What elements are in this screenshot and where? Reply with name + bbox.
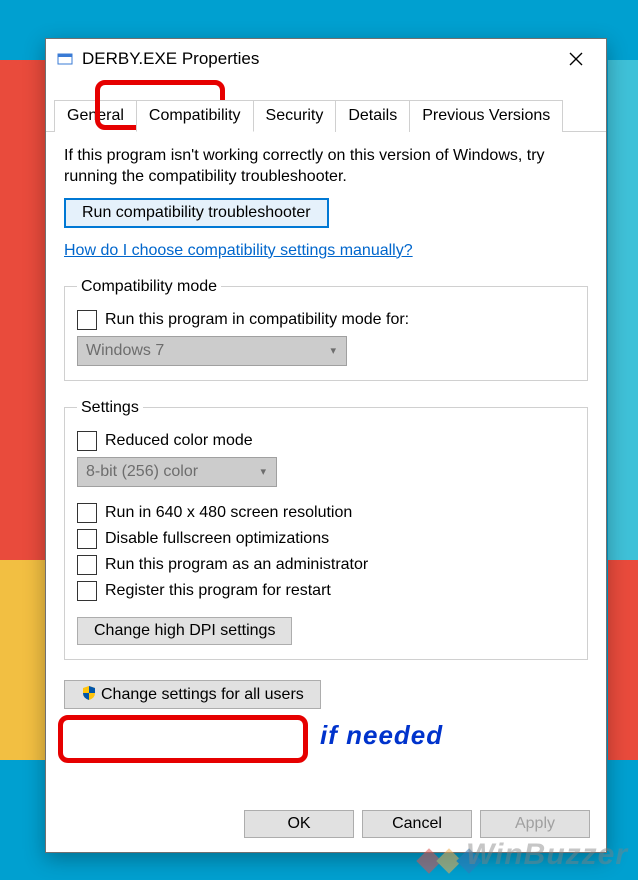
compat-mode-label: Run this program in compatibility mode f… — [105, 311, 409, 329]
help-link[interactable]: How do I choose compatibility settings m… — [64, 242, 413, 260]
background-decor — [608, 60, 638, 560]
apply-button[interactable]: Apply — [480, 810, 590, 838]
tab-previous-versions[interactable]: Previous Versions — [409, 100, 563, 132]
compat-mode-checkbox[interactable] — [77, 310, 97, 330]
reduced-color-label: Reduced color mode — [105, 432, 253, 450]
register-restart-label: Register this program for restart — [105, 582, 331, 600]
watermark-logo — [420, 852, 478, 870]
tab-strip: General Compatibility Security Details P… — [46, 99, 606, 132]
tab-general[interactable]: General — [54, 100, 137, 132]
change-all-users-label: Change settings for all users — [101, 686, 304, 703]
chevron-down-icon: ▾ — [260, 465, 266, 478]
run-admin-label: Run this program as an administrator — [105, 556, 368, 574]
change-dpi-button[interactable]: Change high DPI settings — [77, 617, 292, 645]
reduced-color-checkbox[interactable] — [77, 431, 97, 451]
run-troubleshooter-button[interactable]: Run compatibility troubleshooter — [64, 198, 329, 228]
tab-security[interactable]: Security — [253, 100, 337, 132]
compatibility-mode-legend: Compatibility mode — [77, 278, 221, 296]
titlebar: DERBY.EXE Properties — [46, 39, 606, 79]
compat-mode-select-value: Windows 7 — [86, 342, 164, 360]
register-restart-checkbox[interactable] — [77, 581, 97, 601]
settings-group: Settings Reduced color mode 8-bit (256) … — [64, 399, 588, 660]
ok-button[interactable]: OK — [244, 810, 354, 838]
dialog-button-row: OK Cancel Apply — [46, 796, 606, 852]
compatibility-mode-group: Compatibility mode Run this program in c… — [64, 278, 588, 381]
close-button[interactable] — [556, 44, 596, 74]
tab-details[interactable]: Details — [335, 100, 410, 132]
properties-dialog: DERBY.EXE Properties General Compatibili… — [45, 38, 607, 853]
window-title: DERBY.EXE Properties — [82, 49, 259, 69]
app-icon — [56, 50, 74, 68]
color-mode-select[interactable]: 8-bit (256) color ▾ — [77, 457, 277, 487]
tab-compatibility[interactable]: Compatibility — [136, 100, 254, 132]
settings-legend: Settings — [77, 399, 143, 417]
background-decor — [608, 560, 638, 760]
disable-fullscreen-label: Disable fullscreen optimizations — [105, 530, 329, 548]
disable-fullscreen-checkbox[interactable] — [77, 529, 97, 549]
intro-text: If this program isn't working correctly … — [64, 146, 588, 188]
cancel-button[interactable]: Cancel — [362, 810, 472, 838]
color-mode-select-value: 8-bit (256) color — [86, 463, 198, 481]
compat-mode-select[interactable]: Windows 7 ▾ — [77, 336, 347, 366]
tab-content-compatibility: If this program isn't working correctly … — [46, 132, 606, 719]
run-640-checkbox[interactable] — [77, 503, 97, 523]
background-decor — [0, 560, 45, 760]
shield-icon — [81, 685, 97, 701]
run-640-label: Run in 640 x 480 screen resolution — [105, 504, 352, 522]
chevron-down-icon: ▾ — [330, 344, 336, 357]
change-all-users-button[interactable]: Change settings for all users — [64, 680, 321, 709]
run-admin-checkbox[interactable] — [77, 555, 97, 575]
